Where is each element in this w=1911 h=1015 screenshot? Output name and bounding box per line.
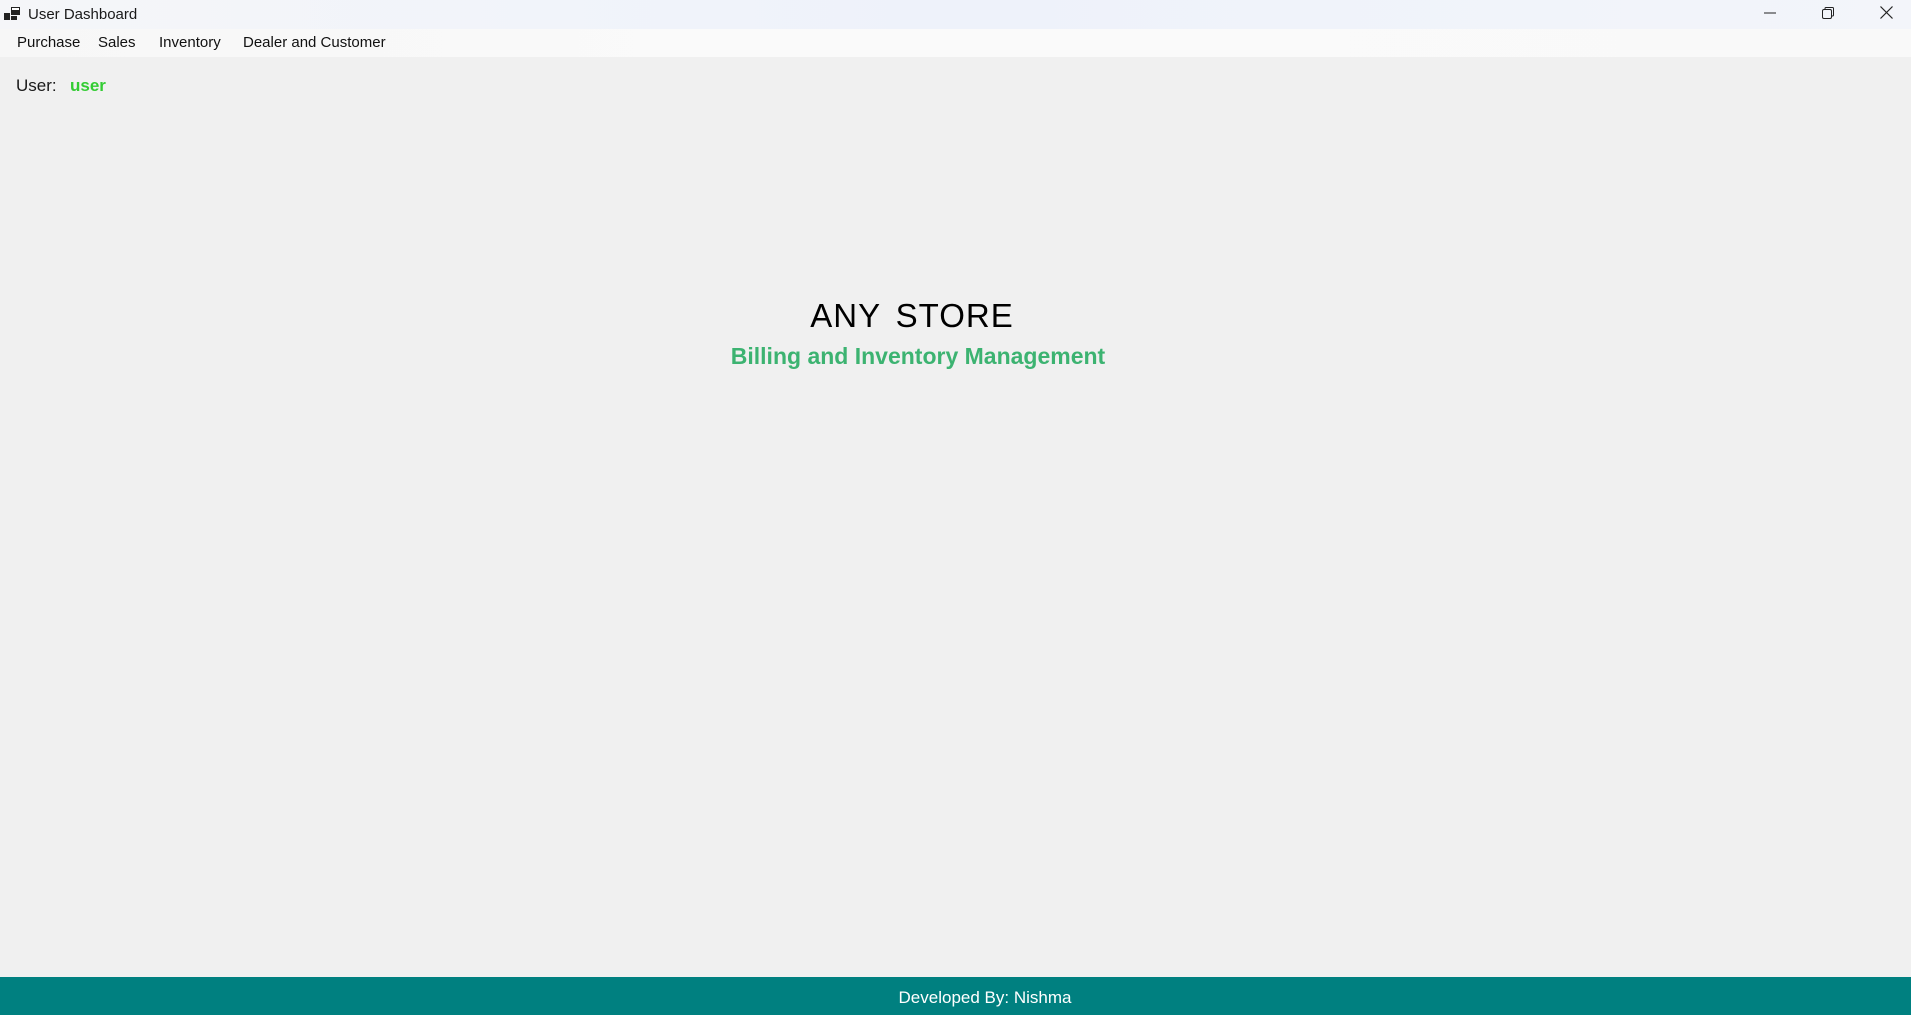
close-icon xyxy=(1879,5,1893,24)
menu-inventory[interactable]: Inventory xyxy=(157,34,223,51)
app-window-icon xyxy=(4,7,20,21)
minimize-icon xyxy=(1764,6,1776,24)
footer-bar: Developed By: Nishma xyxy=(0,977,1911,1015)
user-dashboard-window: User Dashboard Purchase Sales Inventory … xyxy=(0,0,1911,1015)
minimize-button[interactable] xyxy=(1741,0,1799,29)
menu-sales[interactable]: Sales xyxy=(96,34,138,51)
store-subtitle: Billing and Inventory Management xyxy=(730,343,1106,369)
window-title: User Dashboard xyxy=(28,6,138,23)
menu-purchase[interactable]: Purchase xyxy=(15,34,82,51)
menu-bar: Purchase Sales Inventory Dealer and Cust… xyxy=(0,29,1911,57)
title-bar[interactable]: User Dashboard xyxy=(0,0,1911,29)
store-title: ANY STORE xyxy=(810,297,1014,334)
restore-icon xyxy=(1822,6,1834,24)
menu-dealer-and-customer[interactable]: Dealer and Customer xyxy=(241,34,388,51)
user-label: User: xyxy=(16,76,57,95)
close-button[interactable] xyxy=(1857,0,1911,29)
footer-credit: Developed By: Nishma xyxy=(898,988,1072,1007)
logged-in-username: user xyxy=(70,76,106,95)
restore-button[interactable] xyxy=(1799,0,1857,29)
